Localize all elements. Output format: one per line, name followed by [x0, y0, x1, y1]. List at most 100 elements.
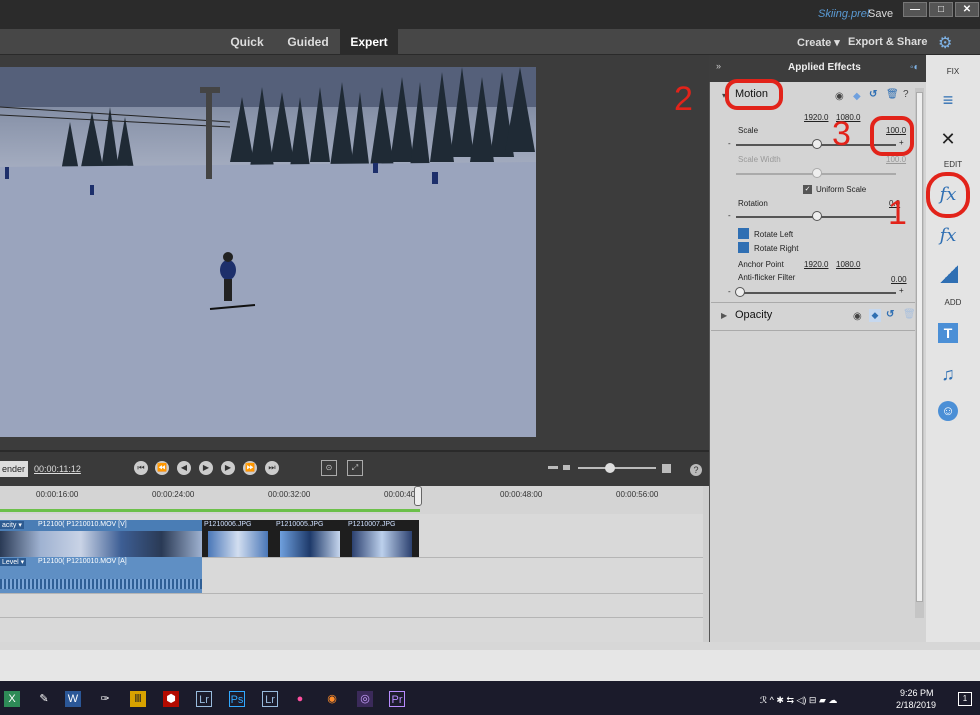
transitions-icon[interactable]	[940, 265, 958, 283]
uniform-scale-checkbox[interactable]: ✓	[803, 185, 812, 194]
effect-divider	[711, 302, 915, 303]
clock-time[interactable]: 9:26 PM	[900, 688, 934, 698]
reset-icon[interactable]: ↺	[869, 89, 877, 100]
premiere-elements-icon[interactable]: ◎	[357, 691, 373, 707]
rotate-left-button[interactable]: Rotate Left	[754, 230, 793, 239]
adjust-sliders-icon[interactable]: ≡	[936, 88, 960, 112]
eye-icon[interactable]: ◉	[853, 311, 862, 322]
spreadsheet-app-icon[interactable]: X	[4, 691, 20, 707]
clip-effect-tag[interactable]: acity ▾	[0, 521, 24, 529]
audio-clip[interactable]: Level ▾ P12100( P1210010.MOV [A]	[0, 557, 202, 593]
fast-forward-icon[interactable]: ⏩	[243, 461, 257, 475]
timeline-hscrollbar[interactable]	[0, 642, 980, 650]
scale-width-slider-thumb	[812, 168, 822, 178]
fit-screen-icon[interactable]: ⤢	[347, 460, 363, 476]
anti-flicker-slider-track[interactable]	[736, 292, 896, 294]
tab-quick[interactable]: Quick	[224, 29, 270, 55]
music-icon[interactable]: ♫	[936, 362, 960, 386]
reset-icon[interactable]: ↺	[886, 309, 894, 320]
clip-thumbnails	[208, 531, 268, 557]
position-x-value[interactable]: 1920.0	[804, 113, 828, 122]
graphics-smiley-icon[interactable]: ☺	[938, 401, 958, 421]
go-to-end-icon[interactable]: ⏭	[265, 461, 279, 475]
keyframe-icon[interactable]: ◆	[869, 309, 881, 322]
clock-date[interactable]: 2/18/2019	[896, 700, 936, 710]
rotate-left-icon[interactable]	[738, 228, 749, 239]
tools-icon[interactable]: ✕	[936, 127, 960, 151]
clip-thumbnails	[280, 531, 340, 557]
titles-text-icon[interactable]: T	[938, 323, 958, 343]
effects-icon[interactable]: fx	[936, 224, 960, 248]
rendered-range-bar	[0, 509, 420, 512]
clip-label: P1210006.JPG	[204, 521, 252, 528]
video-clip[interactable]: acity ▾ P12100( P1210010.MOV [V]	[0, 520, 202, 557]
anchor-y-value[interactable]: 1080.0	[836, 260, 860, 269]
system-tray[interactable]: ℛ ^ ✱ ⇆ ◁) ⊟ ▰ ☁	[760, 695, 837, 706]
keyframe-icon[interactable]: ◆	[853, 91, 861, 102]
anchor-x-value[interactable]: 1920.0	[804, 260, 828, 269]
go-to-start-icon[interactable]: ⏮	[134, 461, 148, 475]
zoom-out-icon[interactable]	[548, 466, 558, 469]
rotation-slider-thumb[interactable]	[812, 211, 822, 221]
clip-effect-tag[interactable]: Level ▾	[0, 558, 27, 566]
photoshop-icon[interactable]: Ps	[229, 691, 245, 707]
add-section-label: ADD	[944, 298, 962, 307]
video-preview[interactable]	[0, 67, 536, 437]
tool-app-icon[interactable]: ✎	[36, 691, 52, 707]
create-menu-button[interactable]: Create ▾	[797, 36, 840, 49]
snapshot-icon[interactable]: ⊙	[321, 460, 337, 476]
track-divider	[0, 593, 703, 594]
chrome-icon[interactable]: ◉	[324, 691, 340, 707]
rotate-right-icon[interactable]	[738, 242, 749, 253]
save-button[interactable]: Save	[868, 8, 893, 20]
pdf-app-icon[interactable]: ⬢	[163, 691, 179, 707]
effects-scrollbar-thumb[interactable]	[916, 92, 923, 602]
gear-icon[interactable]: ⚙	[938, 33, 952, 53]
lightroom-icon[interactable]: Lr	[196, 691, 212, 707]
effect-divider	[711, 330, 915, 331]
render-button[interactable]: ender	[0, 461, 28, 477]
library-app-icon[interactable]: Ⅲ	[130, 691, 146, 707]
anti-flicker-value[interactable]: 0.00	[891, 275, 907, 284]
play-icon[interactable]: ▶	[199, 461, 213, 475]
photo-clips[interactable]: P1210006.JPG P1210005.JPG P1210007.JPG	[202, 520, 419, 557]
expand-arrow-icon[interactable]: ▶	[721, 311, 727, 320]
anti-flicker-slider-thumb[interactable]	[735, 287, 745, 297]
zoom-step-icon[interactable]	[563, 465, 570, 470]
effects-toggle-icon[interactable]: ◦◐	[910, 62, 920, 73]
anti-flicker-label: Anti-flicker Filter	[738, 273, 796, 282]
annotation-number-1: 1	[888, 194, 907, 232]
playhead[interactable]	[414, 486, 422, 506]
zoom-slider-thumb[interactable]	[605, 463, 615, 473]
maximize-button[interactable]: □	[929, 2, 953, 17]
step-back-icon[interactable]: ◀	[177, 461, 191, 475]
premiere-pro-icon[interactable]: Pr	[389, 691, 405, 707]
help-icon[interactable]: ?	[903, 89, 909, 100]
zoom-slider-track[interactable]	[578, 467, 656, 469]
opacity-effect-label[interactable]: Opacity	[735, 309, 772, 321]
step-forward-icon[interactable]: ▶	[221, 461, 235, 475]
word-app-icon[interactable]: W	[65, 691, 81, 707]
anchor-point-label: Anchor Point	[738, 260, 784, 269]
collapse-panel-icon[interactable]: »	[716, 61, 721, 71]
minus-label: -	[728, 287, 731, 296]
rotate-right-button[interactable]: Rotate Right	[754, 244, 798, 253]
help-icon[interactable]: ?	[690, 464, 702, 476]
panel-bin-bar	[0, 650, 980, 681]
close-button[interactable]: ✕	[955, 2, 979, 17]
note-app-icon[interactable]: ✑	[97, 691, 113, 707]
zoom-in-icon[interactable]	[662, 464, 671, 473]
export-share-button[interactable]: Export & Share	[848, 36, 927, 48]
rewind-icon[interactable]: ⏪	[155, 461, 169, 475]
map-pin-app-icon[interactable]: ●	[292, 691, 308, 707]
minimize-button[interactable]: —	[903, 2, 927, 17]
eye-icon[interactable]: ◉	[835, 91, 844, 102]
trash-icon[interactable]: 🗑	[903, 309, 916, 320]
scale-slider-thumb[interactable]	[812, 139, 822, 149]
tab-expert[interactable]: Expert	[340, 29, 398, 55]
tab-guided[interactable]: Guided	[282, 29, 334, 55]
lightroom-classic-icon[interactable]: Lr	[262, 691, 278, 707]
notifications-icon[interactable]: 1	[958, 692, 972, 706]
trash-icon[interactable]: 🗑	[886, 89, 899, 100]
timecode-display[interactable]: 00:00:11:12	[34, 464, 81, 474]
